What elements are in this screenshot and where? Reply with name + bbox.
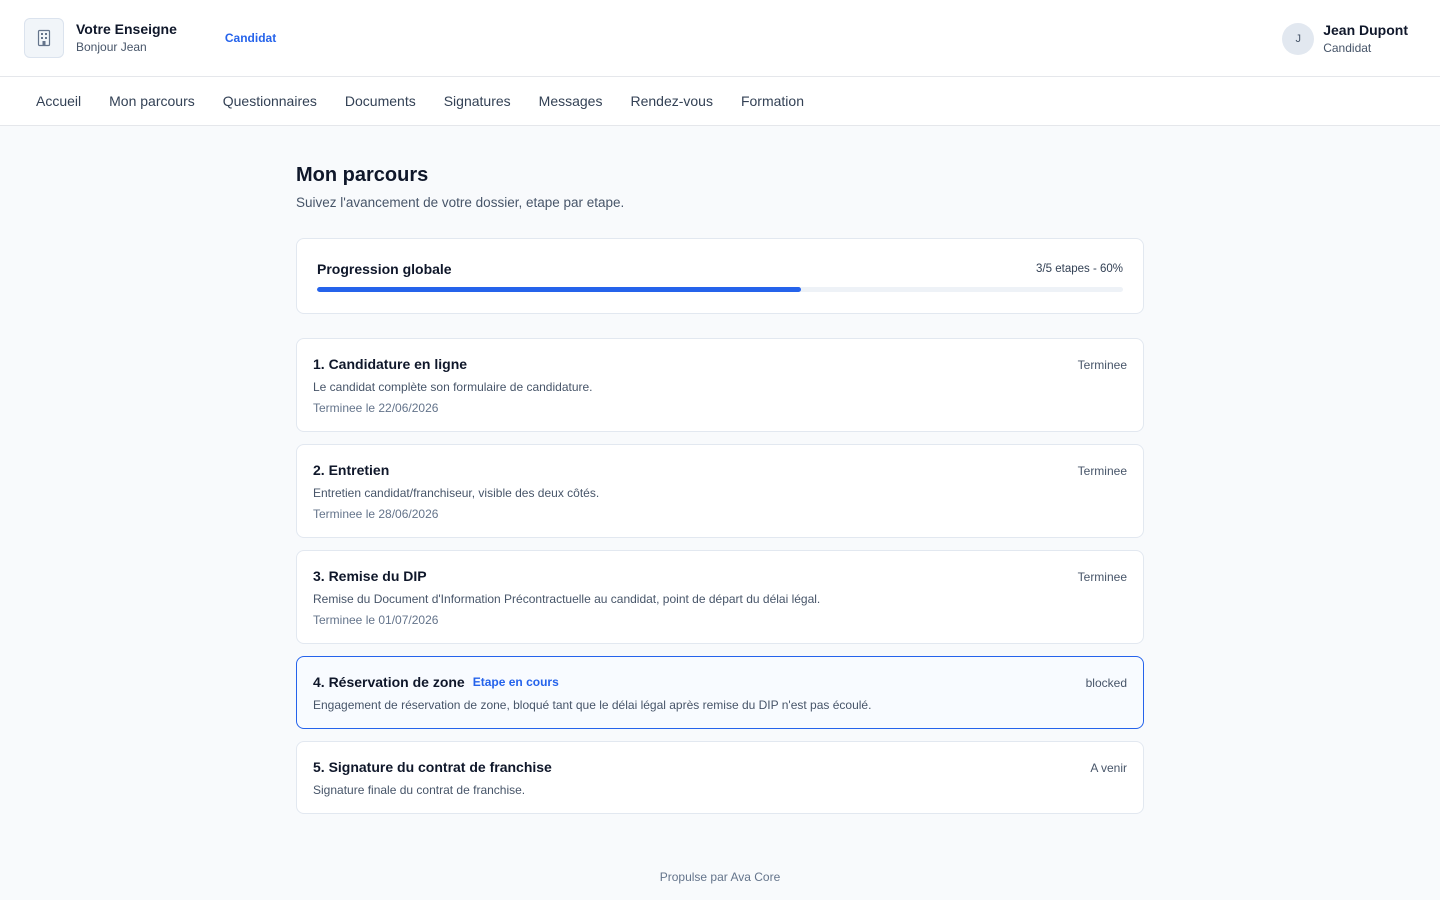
nav-item-mon-parcours[interactable]: Mon parcours (109, 93, 195, 109)
step-date: Terminee le 28/06/2026 (313, 507, 439, 521)
step-status: Terminee (1077, 358, 1127, 372)
nav-item-questionnaires[interactable]: Questionnaires (223, 93, 317, 109)
step-card[interactable]: 2. Entretien Terminee Entretien candidat… (296, 444, 1144, 538)
step-title: 4. Réservation de zone (313, 674, 465, 690)
progress-bar-fill (317, 287, 801, 292)
step-title: 1. Candidature en ligne (313, 356, 468, 372)
step-description: Entretien candidat/franchiseur, visible … (313, 486, 600, 500)
progress-label: Progression globale (317, 261, 452, 277)
progress-bar (317, 287, 1123, 292)
main-nav: Accueil Mon parcours Questionnaires Docu… (0, 77, 1440, 126)
nav-item-signatures[interactable]: Signatures (444, 93, 511, 109)
greeting: Bonjour Jean (76, 40, 147, 54)
step-title: 5. Signature du contrat de franchise (313, 759, 552, 775)
user-name: Jean Dupont (1323, 21, 1408, 38)
step-description: Engagement de réservation de zone, bloqu… (313, 698, 872, 712)
brand-name: Votre Enseigne (76, 21, 177, 37)
nav-item-messages[interactable]: Messages (539, 93, 603, 109)
nav-item-formation[interactable]: Formation (741, 93, 804, 109)
step-status: Terminee (1077, 570, 1127, 584)
step-status: Terminee (1077, 464, 1127, 478)
main-content: Mon parcours Suivez l'avancement de votr… (296, 126, 1144, 814)
step-card[interactable]: 3. Remise du DIP Terminee Remise du Docu… (296, 550, 1144, 644)
nav-item-rendez-vous[interactable]: Rendez-vous (630, 93, 713, 109)
step-card-current[interactable]: 4. Réservation de zone Etape en cours bl… (296, 656, 1144, 729)
step-title: 2. Entretien (313, 462, 390, 478)
current-step-badge: Etape en cours (472, 675, 559, 689)
step-card[interactable]: 1. Candidature en ligne Terminee Le cand… (296, 338, 1144, 432)
footer-text: Propulse par Ava Core (659, 870, 781, 884)
progress-card: Progression globale 3/5 etapes - 60% (296, 238, 1144, 314)
step-status: blocked (1085, 676, 1127, 690)
step-date: Terminee le 01/07/2026 (313, 613, 439, 627)
page-title: Mon parcours (296, 164, 429, 186)
nav-item-documents[interactable]: Documents (345, 93, 416, 109)
steps-list: 1. Candidature en ligne Terminee Le cand… (296, 338, 1144, 814)
user-info: Jean Dupont Candidat (1323, 21, 1408, 57)
page-subtitle: Suivez l'avancement de votre dossier, et… (296, 195, 625, 210)
step-card[interactable]: 5. Signature du contrat de franchise A v… (296, 741, 1144, 814)
progress-count: 3/5 etapes - 60% (1036, 263, 1123, 275)
nav-item-accueil[interactable]: Accueil (36, 93, 81, 109)
step-title: 3. Remise du DIP (313, 568, 427, 584)
step-description: Le candidat complète son formulaire de c… (313, 380, 593, 394)
user-menu[interactable]: J Jean Dupont Candidat (1282, 0, 1408, 77)
avatar: J (1282, 22, 1315, 55)
brand-block: Votre Enseigne Bonjour Jean (76, 20, 177, 56)
step-date: Terminee le 22/06/2026 (313, 401, 439, 415)
step-description: Signature finale du contrat de franchise… (313, 783, 526, 797)
role-link[interactable]: Candidat (225, 31, 276, 45)
app-header: Votre Enseigne Bonjour Jean Candidat J J… (0, 0, 1440, 77)
user-role: Candidat (1323, 40, 1372, 55)
step-status: A venir (1090, 761, 1127, 775)
building-icon (24, 18, 64, 58)
step-description: Remise du Document d'Information Précont… (313, 592, 821, 606)
footer: Propulse par Ava Core (0, 870, 1440, 884)
